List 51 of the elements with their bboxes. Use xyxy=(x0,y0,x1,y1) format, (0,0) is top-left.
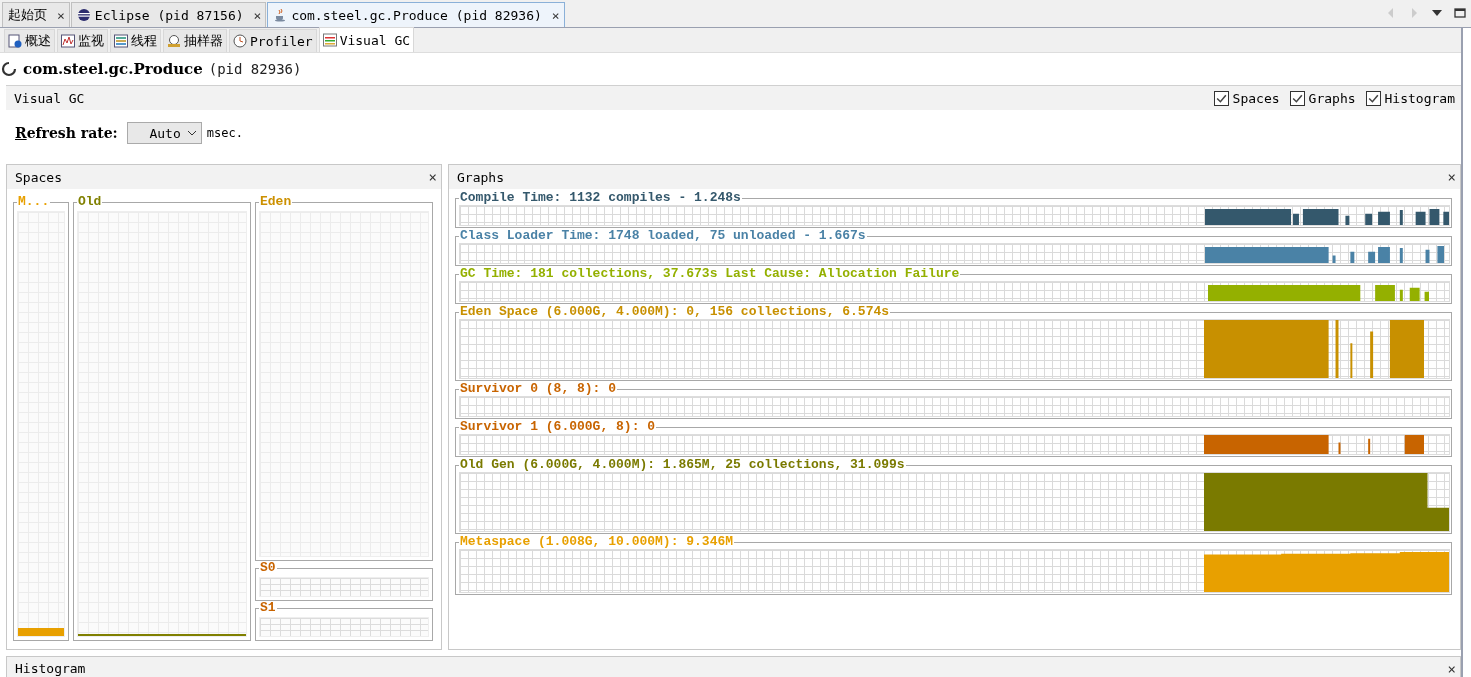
close-button[interactable]: × xyxy=(57,7,65,23)
view-checkbox[interactable]: Histogram xyxy=(1365,90,1455,106)
coffee-cup-icon xyxy=(273,8,288,22)
panel-title: Spaces xyxy=(15,169,62,185)
section-title: Visual GC xyxy=(14,90,85,106)
process-id: (pid 82936) xyxy=(208,61,302,77)
space-label: Eden xyxy=(259,195,293,209)
graph-title: GC Time: 181 collections, 37.673s Last Cause: Allocation Failure xyxy=(459,267,961,281)
space-label: Old xyxy=(77,195,103,209)
close-button[interactable]: × xyxy=(551,7,560,23)
space-label: S0 xyxy=(259,561,277,575)
spinner-icon xyxy=(1,61,17,77)
gauge-icon xyxy=(167,34,181,48)
view-tab[interactable]: Visual GC xyxy=(318,27,415,52)
close-button[interactable]: × xyxy=(428,169,437,185)
table-icon xyxy=(322,33,337,47)
space-label: S1 xyxy=(259,601,277,615)
view-tab[interactable]: 概述 xyxy=(4,29,55,52)
close-button[interactable]: × xyxy=(1447,661,1456,677)
graph-title: Survivor 0 (8, 8): 0 xyxy=(459,382,618,396)
view-tab[interactable]: 监视 xyxy=(57,29,108,52)
close-button[interactable]: × xyxy=(253,7,262,23)
sphere-icon xyxy=(76,8,91,22)
graph-title: Compile Time: 1132 compiles - 1.248s xyxy=(459,191,742,205)
close-button[interactable]: × xyxy=(1447,169,1456,185)
graph-title: Old Gen (6.000G, 4.000M): 1.865M, 25 collections, 31.099s xyxy=(459,458,906,472)
panel-title: Graphs xyxy=(457,169,504,185)
panel-title: Histogram xyxy=(15,661,86,677)
application-name: com.steel.gc.Produce xyxy=(23,60,203,78)
graph-title: Survivor 1 (6.000G, 8): 0 xyxy=(459,420,657,434)
document-info-icon xyxy=(8,34,22,48)
document-tab[interactable]: com.steel.gc.Produce (pid 82936) × xyxy=(267,2,565,27)
clock-icon xyxy=(233,34,247,48)
view-checkbox[interactable]: Graphs xyxy=(1289,90,1356,106)
unit-label: msec. xyxy=(206,126,243,140)
graph-title: Class Loader Time: 1748 loaded, 75 unloaded - 1.667s xyxy=(459,229,867,243)
maximize-icon[interactable] xyxy=(1454,7,1466,19)
view-tab[interactable]: Profiler xyxy=(229,29,317,52)
document-tab[interactable]: Eclipse (pid 87156) × xyxy=(70,2,267,27)
view-tab[interactable]: 抽样器 xyxy=(163,29,227,52)
graph-title: Metaspace (1.008G, 10.000M): 9.346M xyxy=(459,535,735,549)
space-label: M... xyxy=(17,195,51,209)
caret-icon xyxy=(186,130,197,136)
chart-icon xyxy=(61,34,75,48)
view-checkbox[interactable]: Spaces xyxy=(1213,90,1280,106)
graph-title: Eden Space (6.000G, 4.000M): 0, 156 collections, 6.574s xyxy=(459,305,891,319)
document-tab[interactable]: 起始页 × xyxy=(2,2,70,27)
view-tab[interactable]: 线程 xyxy=(110,29,161,52)
refresh-rate-dropdown[interactable]: Auto xyxy=(126,122,202,144)
refresh-rate-label: Refresh rate: xyxy=(15,125,118,141)
list-icon xyxy=(114,34,128,48)
